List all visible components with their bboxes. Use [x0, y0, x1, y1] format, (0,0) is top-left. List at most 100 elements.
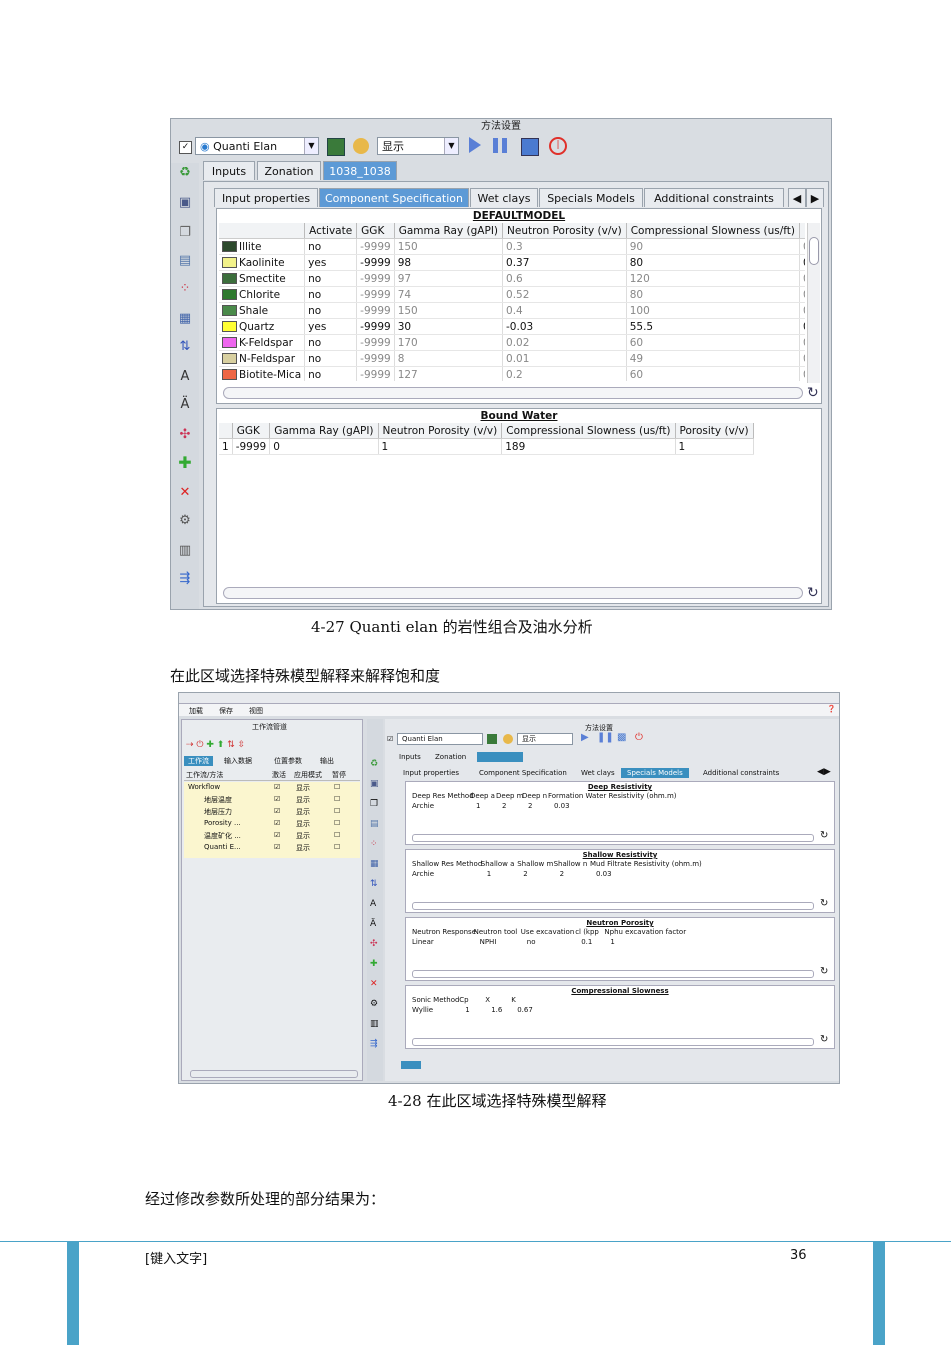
cell-value[interactable]: Archie [412, 802, 434, 810]
cell-ggk[interactable]: -9999 [356, 334, 395, 351]
menu-view[interactable]: 视图 [249, 706, 263, 716]
reload-icon[interactable]: ↻ [820, 966, 828, 977]
copy-icon[interactable]: ❐ [177, 225, 193, 241]
save-icon[interactable] [487, 734, 497, 744]
shuffle-icon[interactable]: ✣ [177, 427, 193, 443]
activate-checkbox[interactable]: ☑ [274, 783, 280, 791]
apply-mode[interactable]: 显示 [296, 831, 310, 841]
cell-value[interactable]: 0.03 [554, 802, 570, 810]
sort-icon[interactable]: ⇅ [177, 339, 193, 355]
export-icon[interactable] [521, 138, 539, 156]
cell-ggk[interactable]: -9999 [356, 366, 395, 381]
cell-ggk[interactable]: -9999 [356, 286, 395, 303]
cell-np[interactable]: 0.02 [502, 334, 627, 351]
cell-np[interactable]: 0.01 [502, 350, 627, 367]
arrange-icon[interactable]: ⇶ [177, 571, 193, 587]
cell-value[interactable]: 2 [528, 802, 532, 810]
cell-gr[interactable]: 150 [394, 302, 504, 319]
subtab-input-properties[interactable]: Input properties [214, 188, 318, 207]
workflow-item[interactable]: Porosity ... [204, 819, 241, 827]
table-row[interactable]: Shaleno-99991500.41000 [219, 302, 805, 319]
save-icon[interactable]: ▣ [370, 779, 379, 789]
cell-value[interactable]: 0.1 [581, 938, 592, 946]
cell-activate[interactable]: no [304, 334, 358, 351]
cell-activate[interactable]: yes [304, 318, 358, 335]
cell-np[interactable]: 0.37 [502, 254, 627, 271]
cell-gr[interactable]: 30 [394, 318, 504, 335]
subtab-additional-constraints[interactable]: Additional constraints [703, 769, 779, 777]
menu-save[interactable]: 保存 [219, 706, 233, 716]
pause-checkbox[interactable]: ☐ [334, 783, 340, 791]
chart-icon[interactable]: ▤ [370, 819, 379, 829]
cell-ggk[interactable]: -9999 [356, 318, 395, 335]
cell-cs[interactable]: 60 [626, 366, 801, 381]
tab-scroll-left-icon[interactable]: ◀ [788, 188, 806, 207]
settings-icon[interactable]: ⚙ [370, 999, 378, 1009]
apply-mode[interactable]: 显示 [296, 783, 310, 793]
pause-checkbox[interactable]: ☐ [334, 807, 340, 815]
tab-zonation[interactable]: Zonation [435, 753, 466, 761]
cell-value[interactable]: 1.6 [491, 1006, 502, 1014]
cell-value[interactable]: 1 [610, 938, 614, 946]
cell-value[interactable]: Archie [412, 870, 434, 878]
cell-ggk[interactable]: -9999 [356, 254, 395, 271]
cell-activate[interactable]: no [304, 302, 358, 319]
cell-gr[interactable]: 97 [394, 270, 504, 287]
refresh-icon[interactable]: ♻ [177, 165, 193, 181]
crossplot-icon[interactable]: ▦ [370, 859, 379, 869]
pause-icon[interactable] [493, 138, 507, 153]
subtab-wet-clays[interactable]: Wet clays [470, 188, 538, 207]
zone-tab-bottom[interactable] [401, 1061, 421, 1069]
apply-mode[interactable]: 显示 [296, 843, 310, 853]
cell-value[interactable]: 1 [476, 802, 480, 810]
workflow-item[interactable]: 地层温度 [204, 795, 232, 805]
subtab-component-specification[interactable]: Component Specification [319, 188, 469, 207]
cell-value[interactable]: Linear [412, 938, 434, 946]
reload-icon[interactable]: ↻ [820, 1034, 828, 1045]
table-icon[interactable]: ▥ [370, 1019, 379, 1029]
workflow-item[interactable]: 温度矿化 ... [204, 831, 241, 841]
tab-inputs[interactable]: Inputs [399, 753, 421, 761]
cell-cs[interactable]: 80 [626, 286, 801, 303]
delete-icon[interactable]: ✕ [370, 979, 378, 989]
refresh-icon[interactable]: ♻ [370, 759, 378, 769]
apply-mode[interactable]: 显示 [296, 807, 310, 817]
cell-po[interactable]: 0 [799, 334, 805, 351]
chevron-down-icon[interactable]: ▼ [304, 138, 318, 154]
cell-activate[interactable]: no [304, 238, 358, 255]
gear-icon[interactable] [353, 138, 369, 154]
workflow-item[interactable]: 地层压力 [204, 807, 232, 817]
tab-input-data[interactable]: 输入数据 [224, 756, 252, 766]
add-icon[interactable]: ✚ [177, 455, 193, 471]
cell-value[interactable]: 2 [560, 870, 564, 878]
cell-gr[interactable]: 170 [394, 334, 504, 351]
cell-po[interactable]: 0 [799, 302, 805, 319]
apply-mode[interactable]: 显示 [296, 819, 310, 829]
table-row[interactable]: Smectiteno-9999970.61200 [219, 270, 805, 287]
cell-np[interactable]: 0.3 [502, 238, 627, 255]
subtab-additional-constraints[interactable]: Additional constraints [644, 188, 784, 207]
horizontal-scrollbar[interactable] [190, 1070, 358, 1078]
scatter-icon[interactable]: ⁘ [177, 281, 193, 297]
table-row[interactable]: Quartzyes-999930-0.0355.50 [219, 318, 805, 335]
crossplot-icon[interactable]: ▦ [177, 311, 193, 327]
tab-inputs[interactable]: Inputs [203, 161, 255, 180]
pause-checkbox[interactable]: ☐ [334, 819, 340, 827]
chevron-down-icon[interactable]: ▼ [444, 138, 458, 154]
horizontal-scrollbar[interactable] [412, 1038, 814, 1046]
subtab-wet-clays[interactable]: Wet clays [581, 769, 615, 777]
copy-icon[interactable]: ❐ [370, 799, 378, 809]
cell-value[interactable]: 1 [465, 1006, 469, 1014]
settings-icon[interactable]: ⚙ [177, 513, 193, 529]
power-icon[interactable]: ⏻ [635, 732, 643, 743]
cell-po[interactable]: 0 [799, 254, 805, 271]
font-down-icon[interactable]: Ä [370, 919, 376, 929]
cell-cs[interactable]: 49 [626, 350, 801, 367]
power-icon[interactable]: | [549, 137, 567, 155]
tab-zone-active[interactable] [477, 752, 523, 762]
cell-activate[interactable]: no [304, 350, 358, 367]
font-up-icon[interactable]: A [370, 899, 376, 909]
activate-checkbox[interactable]: ☑ [274, 795, 280, 803]
pause-checkbox[interactable]: ☐ [334, 843, 340, 851]
table-row[interactable]: Chloriteno-9999740.52800 [219, 286, 805, 303]
